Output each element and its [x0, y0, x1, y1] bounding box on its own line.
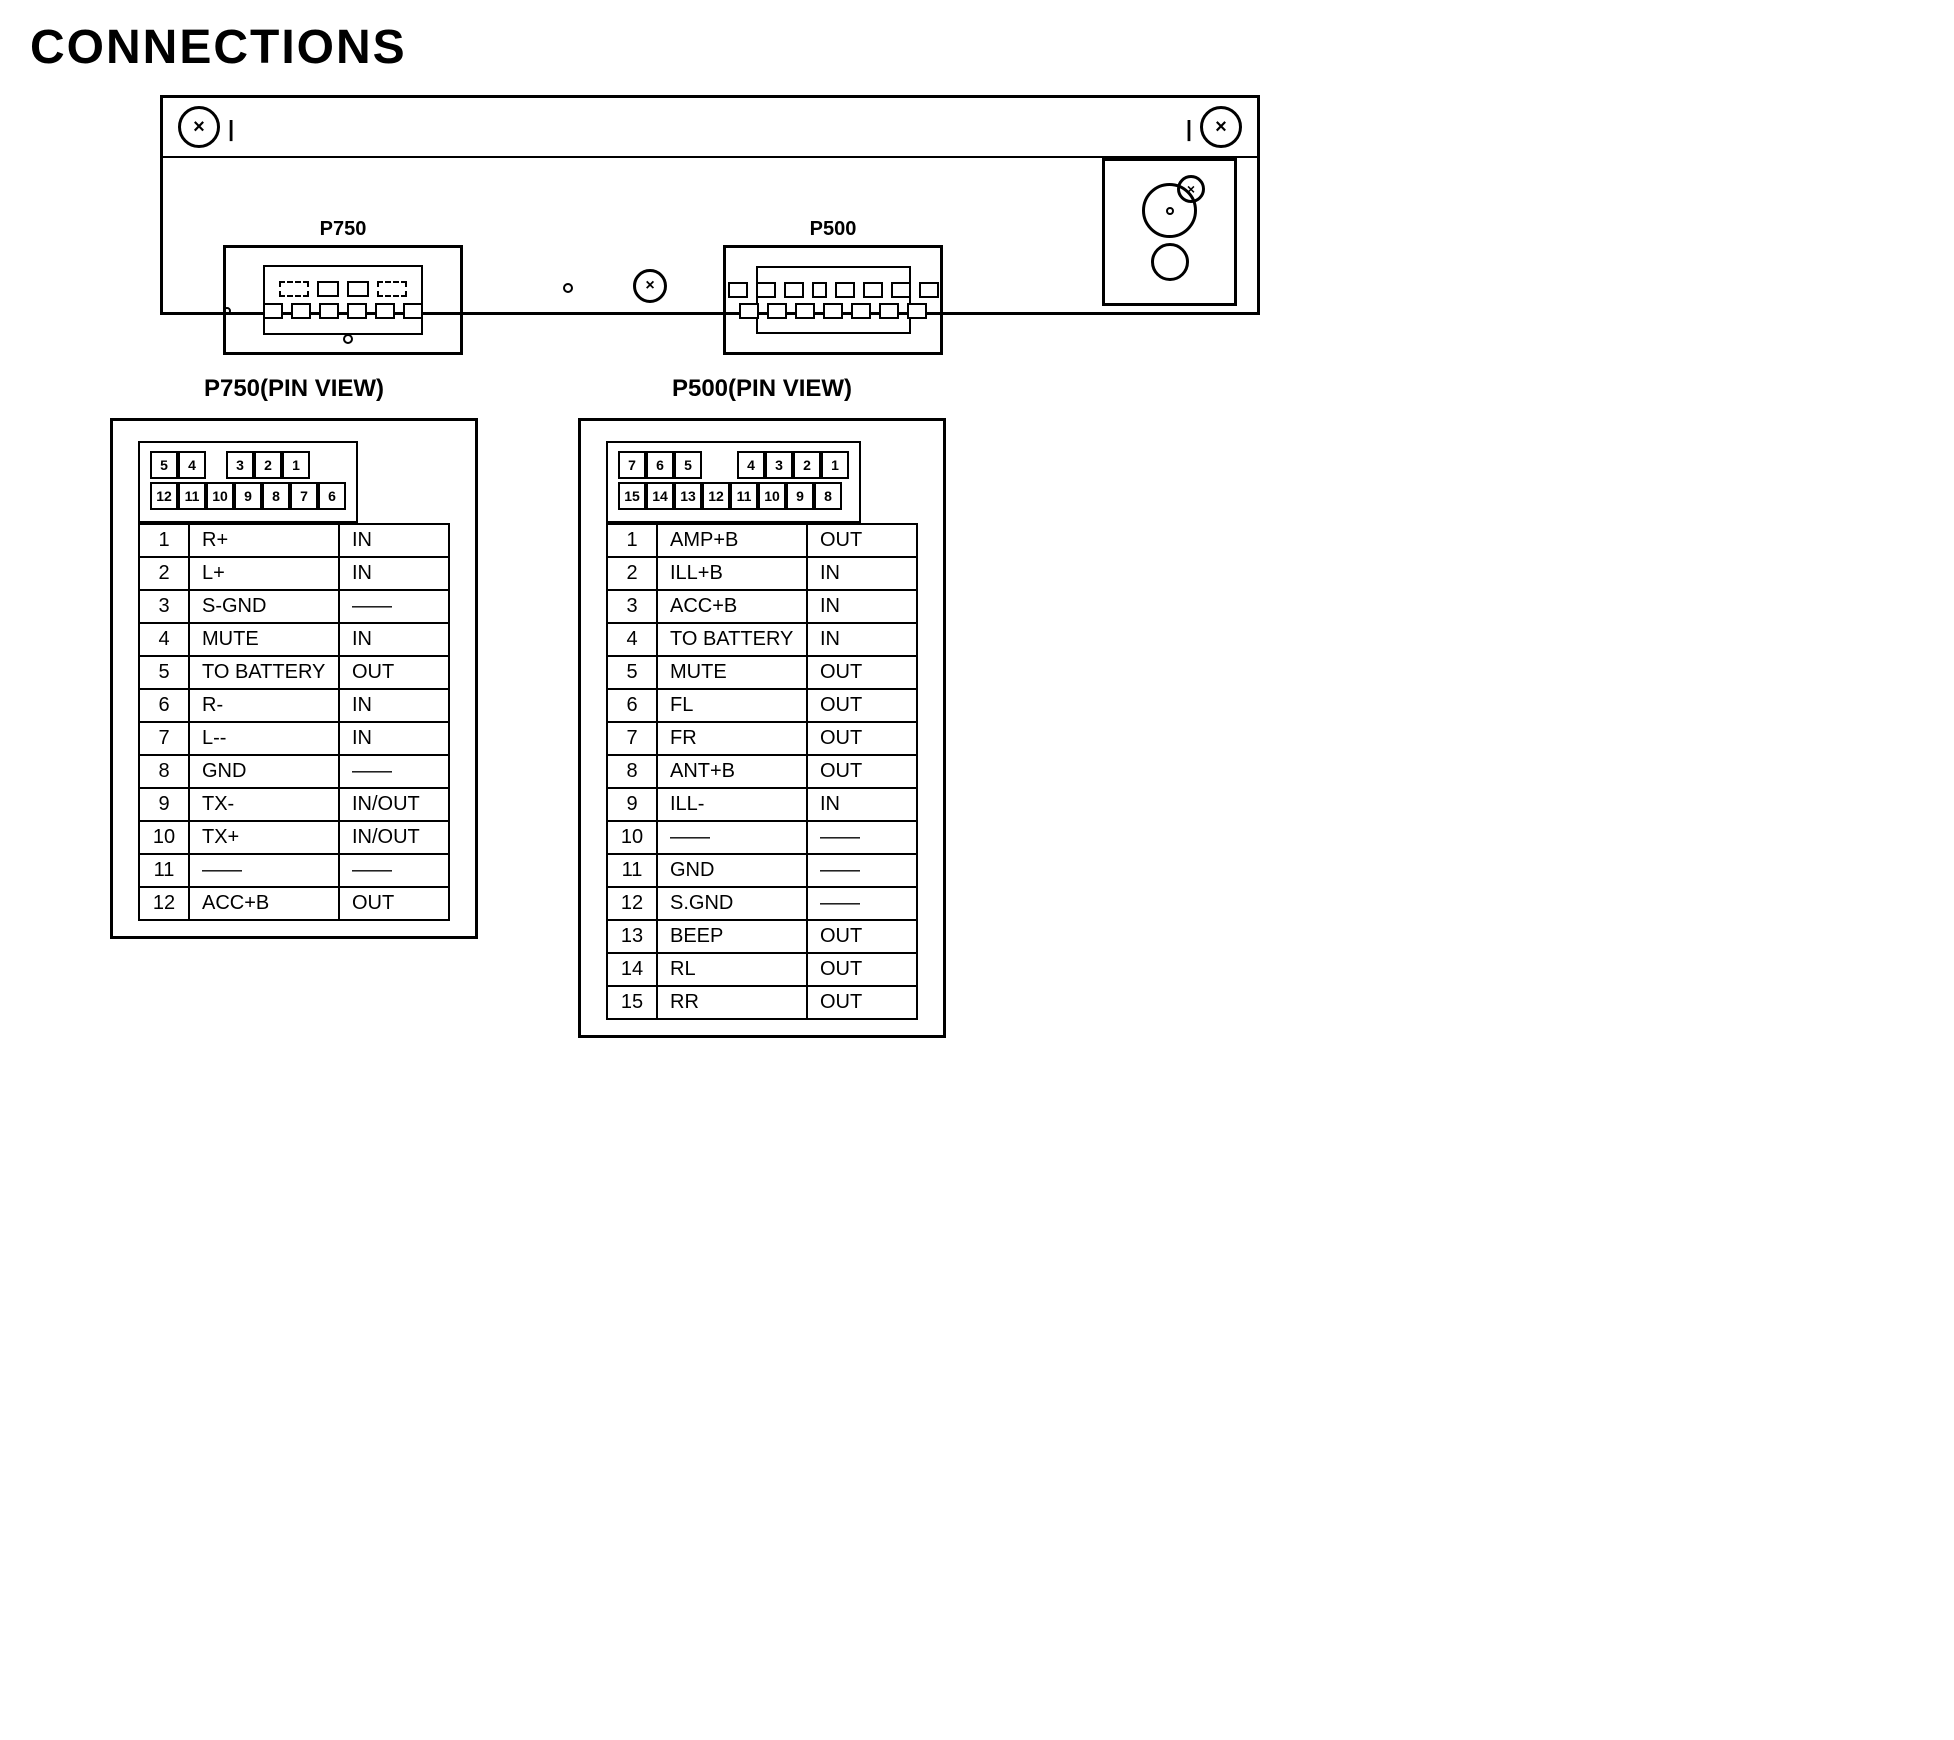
- table-row: 4 TO BATTERY IN: [607, 623, 917, 656]
- pin-tables-section: P750(PIN VIEW) 5 4 3 2 1 12 11 10 9: [110, 375, 1924, 1038]
- center-x-circle: ×: [633, 269, 667, 303]
- p500-pin-view-container: P500(PIN VIEW) 7 6 5 4 3 2 1 15 14: [578, 375, 946, 1038]
- table-row: 6 FL OUT: [607, 689, 917, 722]
- p500-diagram-label: P500: [723, 218, 943, 241]
- device-top-strip: × | | ×: [163, 98, 1257, 158]
- p500-bottom-pins: [739, 303, 927, 319]
- table-row: 1 R+ IN: [139, 524, 449, 557]
- corner-dot: [223, 307, 231, 315]
- p750-bottom-pins: [263, 303, 423, 319]
- table-row: 10 —— ——: [607, 821, 917, 854]
- page-title: CONNECTIONS: [30, 20, 1924, 75]
- table-row: 11 —— ——: [139, 854, 449, 887]
- table-row: 3 ACC+B IN: [607, 590, 917, 623]
- device-diagram: × | | × P750: [160, 95, 1260, 315]
- table-row: 11 GND ——: [607, 854, 917, 887]
- table-row: 8 GND ——: [139, 755, 449, 788]
- table-row: 7 FR OUT: [607, 722, 917, 755]
- round-connector-2: [1151, 243, 1189, 281]
- table-row: 14 RL OUT: [607, 953, 917, 986]
- p500-box: [723, 245, 943, 355]
- p750-box: [223, 245, 463, 355]
- p500-inner: [756, 266, 911, 334]
- p500-pin-diagram: 7 6 5 4 3 2 1 15 14 13 12 11 10: [606, 441, 861, 523]
- table-row: 7 L-- IN: [139, 722, 449, 755]
- connector-p750-diagram: P750: [223, 218, 463, 355]
- p750-pin-diagram: 5 4 3 2 1 12 11 10 9 8 7 6: [138, 441, 358, 523]
- table-row: 5 MUTE OUT: [607, 656, 917, 689]
- bracket-right: |: [1186, 116, 1192, 142]
- p750-table: 1 R+ IN 2 L+ IN 3 S-GND —— 4 MUTE IN 5 T…: [138, 523, 450, 921]
- table-row: 13 BEEP OUT: [607, 920, 917, 953]
- center-dot: [563, 283, 573, 293]
- bracket-left: |: [228, 116, 234, 142]
- connector-p500-diagram: P500: [723, 218, 943, 355]
- x-circle-right-top: ×: [1177, 175, 1205, 203]
- p750-pin-view-box: 5 4 3 2 1 12 11 10 9 8 7 6: [110, 418, 478, 939]
- table-row: 6 R- IN: [139, 689, 449, 722]
- table-row: 3 S-GND ——: [139, 590, 449, 623]
- table-row: 9 ILL- IN: [607, 788, 917, 821]
- table-row: 12 S.GND ——: [607, 887, 917, 920]
- table-row: 2 ILL+B IN: [607, 557, 917, 590]
- device-body: P750: [163, 158, 1257, 323]
- p750-pin-view-title: P750(PIN VIEW): [204, 375, 384, 403]
- p750-top-pins: [279, 281, 407, 297]
- table-row: 5 TO BATTERY OUT: [139, 656, 449, 689]
- p500-table: 1 AMP+B OUT 2 ILL+B IN 3 ACC+B IN 4 TO B…: [606, 523, 918, 1020]
- table-row: 8 ANT+B OUT: [607, 755, 917, 788]
- x-circle-left: ×: [178, 106, 220, 148]
- p750-inner: [263, 265, 423, 335]
- table-row: 9 TX- IN/OUT: [139, 788, 449, 821]
- table-row: 10 TX+ IN/OUT: [139, 821, 449, 854]
- table-row: 12 ACC+B OUT: [139, 887, 449, 920]
- p500-pin-view-title: P500(PIN VIEW): [672, 375, 852, 403]
- p500-top-pins: [728, 282, 939, 298]
- p500-pin-view-box: 7 6 5 4 3 2 1 15 14 13 12 11 10: [578, 418, 946, 1038]
- table-row: 1 AMP+B OUT: [607, 524, 917, 557]
- p750-pin-view-container: P750(PIN VIEW) 5 4 3 2 1 12 11 10 9: [110, 375, 478, 1038]
- table-row: 15 RR OUT: [607, 986, 917, 1019]
- p750-diagram-label: P750: [223, 218, 463, 241]
- x-circle-right: ×: [1200, 106, 1242, 148]
- table-row: 4 MUTE IN: [139, 623, 449, 656]
- right-connector-block: ×: [1102, 158, 1237, 306]
- table-row: 2 L+ IN: [139, 557, 449, 590]
